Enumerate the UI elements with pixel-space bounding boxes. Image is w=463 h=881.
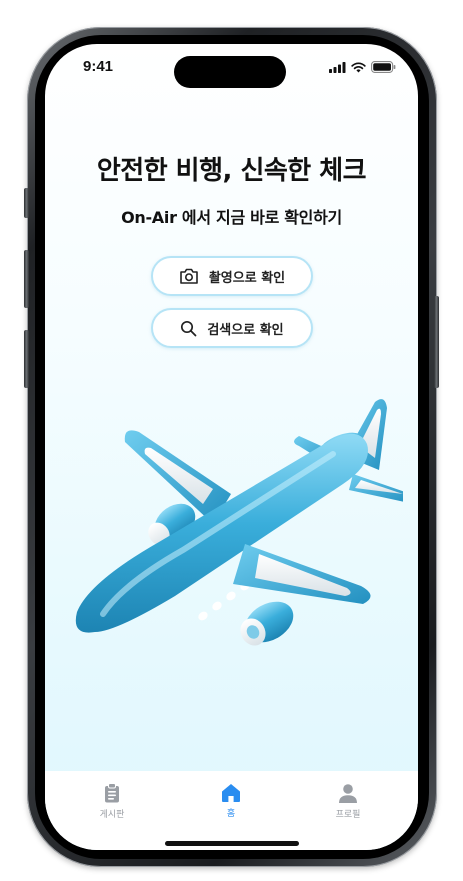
- tab-profile-label: 프로필: [335, 810, 361, 820]
- search-check-label: 검색으로 확인: [207, 322, 284, 338]
- camera-icon: [180, 268, 198, 284]
- plane-near-wing: [233, 544, 371, 604]
- photo-check-button[interactable]: 촬영으로 확인: [151, 256, 313, 296]
- plane-fuselage: [75, 433, 369, 633]
- wifi-icon: [351, 61, 366, 72]
- status-icons: [329, 61, 396, 73]
- tab-bar: 게시판 홈 프로필: [45, 771, 418, 850]
- tab-board-label: 게시판: [99, 810, 125, 820]
- home-icon: [222, 784, 240, 802]
- photo-check-label: 촬영으로 확인: [208, 270, 286, 286]
- tab-board[interactable]: 게시판: [72, 783, 152, 820]
- dynamic-island: [174, 56, 286, 88]
- page-title: 안전한 비행, 신속한 체크: [96, 156, 367, 186]
- status-time: 9:41: [83, 58, 114, 75]
- profile-icon: [339, 784, 357, 803]
- cellular-signal-icon: [329, 61, 346, 73]
- search-icon: [181, 320, 197, 336]
- silent-switch: [24, 188, 29, 218]
- home-indicator[interactable]: [165, 841, 299, 846]
- volume-up-button: [24, 250, 29, 308]
- plane-near-engine: [240, 601, 294, 646]
- volume-down-button: [24, 330, 29, 388]
- tab-home[interactable]: 홈: [191, 783, 271, 819]
- airplane-illustration: [75, 399, 403, 646]
- battery-icon: [371, 61, 396, 73]
- search-check-button[interactable]: 검색으로 확인: [151, 308, 313, 348]
- tab-home-label: 홈: [226, 809, 236, 819]
- clipboard-icon: [105, 783, 119, 803]
- tab-profile[interactable]: 프로필: [308, 783, 388, 820]
- plane-windows: [198, 581, 250, 621]
- page-subtitle: On-Air 에서 지금 바로 확인하기: [121, 208, 342, 227]
- power-button: [434, 296, 439, 388]
- app-screen: 9:41 안전한 비행, 신속한 체크 On-Air 에서 지금 바로 확인하기: [45, 44, 418, 850]
- status-bar: 9:41: [45, 44, 418, 94]
